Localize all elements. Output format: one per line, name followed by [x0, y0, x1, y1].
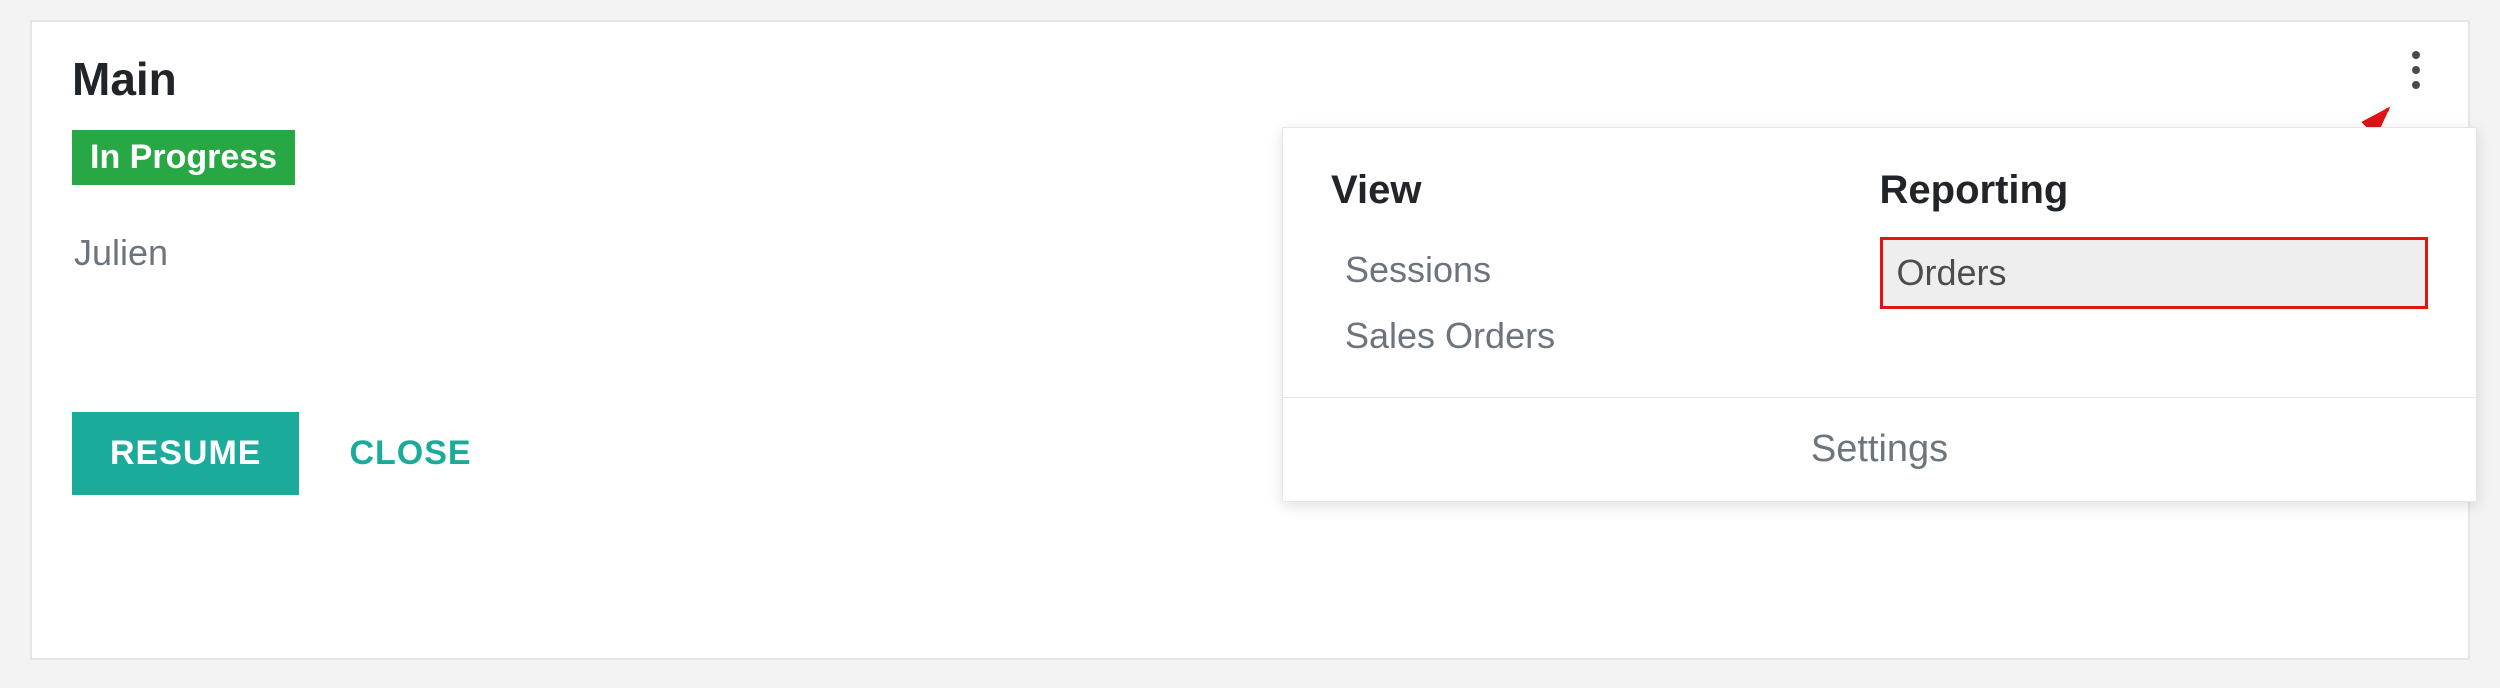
menu-item-settings[interactable]: Settings	[1811, 428, 1948, 471]
status-badge: In Progress	[72, 130, 295, 185]
dropdown-col-reporting: Reporting Orders	[1880, 168, 2429, 369]
dropdown-col-view: View Sessions Sales Orders	[1331, 168, 1880, 369]
menu-item-sessions[interactable]: Sessions	[1331, 237, 1880, 303]
kebab-dot-icon	[2412, 81, 2420, 89]
resume-button[interactable]: Resume	[72, 412, 299, 495]
dropdown-columns: View Sessions Sales Orders Reporting Ord…	[1283, 128, 2476, 397]
kebab-dot-icon	[2412, 51, 2420, 59]
action-row: Resume Close	[72, 412, 492, 495]
kebab-dot-icon	[2412, 66, 2420, 74]
dropdown-footer: Settings	[1283, 397, 2476, 501]
menu-item-orders[interactable]: Orders	[1880, 237, 2429, 309]
kebab-menu-button[interactable]	[2386, 40, 2446, 100]
card-title: Main	[72, 52, 177, 106]
close-button[interactable]: Close	[329, 412, 491, 495]
menu-item-sales-orders[interactable]: Sales Orders	[1331, 303, 1880, 369]
user-name: Julien	[74, 232, 168, 274]
reporting-heading: Reporting	[1880, 168, 2429, 213]
kebab-dropdown: View Sessions Sales Orders Reporting Ord…	[1282, 127, 2477, 502]
view-heading: View	[1331, 168, 1880, 213]
pos-card: Main In Progress Julien Resume Close Vie…	[30, 20, 2470, 660]
